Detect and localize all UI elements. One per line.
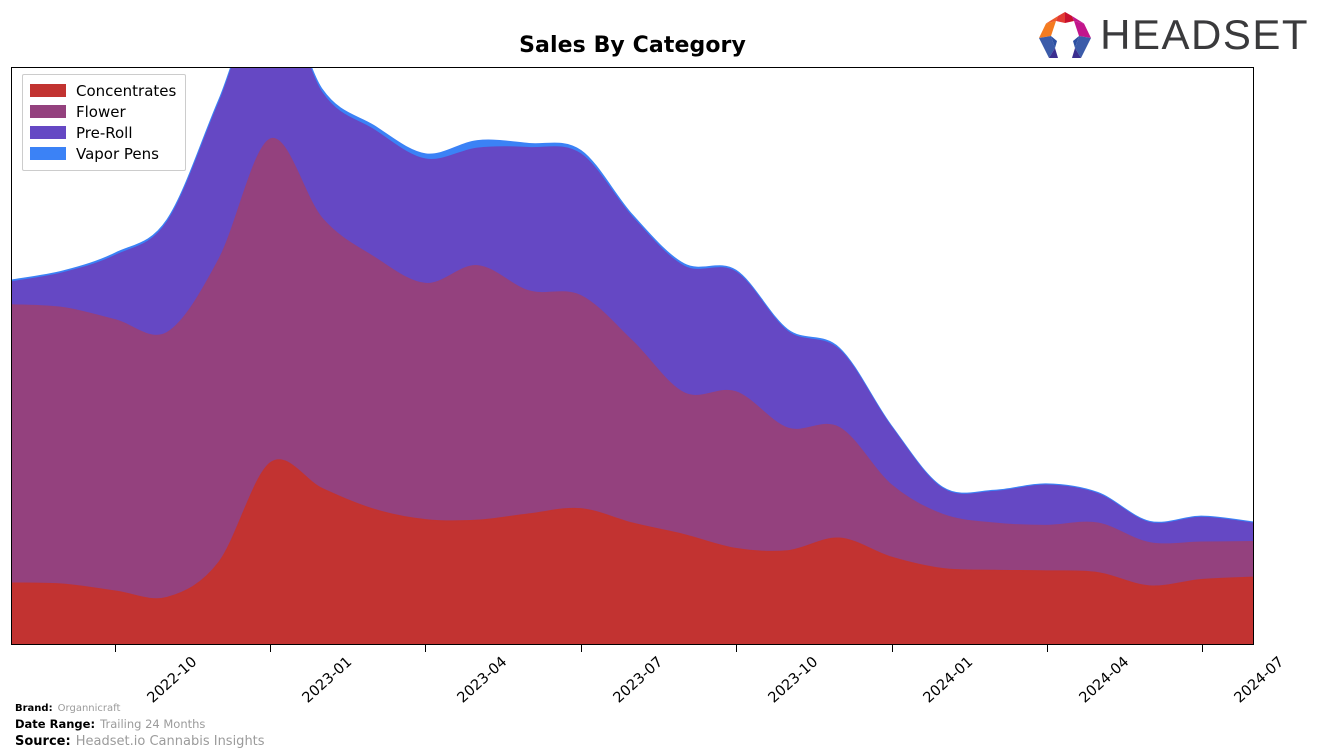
x-axis-tick-mark (114, 645, 116, 652)
x-axis-tick-mark (736, 645, 738, 652)
footnote-source: Source: Headset.io Cannabis Insights (15, 732, 265, 749)
footnote-source-label: Source: (15, 733, 71, 749)
legend-item[interactable]: Pre-Roll (30, 122, 176, 143)
footnote-date-range-label: Date Range: (15, 716, 96, 731)
footnote-date-range: Date Range: Trailing 24 Months (15, 715, 265, 732)
stacked-area-chart (12, 68, 1253, 644)
x-axis-tick-label: 2023-07 (610, 654, 667, 707)
legend-item-label: Vapor Pens (76, 144, 159, 163)
headset-wordmark: HEADSET (1100, 11, 1309, 58)
legend-item-label: Concentrates (76, 81, 177, 100)
area-series-group (12, 68, 1253, 644)
x-axis-tick-mark (425, 645, 427, 652)
footnote-brand-value: Organnicraft (57, 703, 121, 714)
chart-legend: Concentrates Flower Pre-Roll Vapor Pens (22, 74, 187, 171)
footnote-brand-label: Brand: (15, 703, 53, 714)
x-axis-tick-label: 2023-10 (765, 654, 822, 707)
chart-plot-area (11, 67, 1254, 645)
legend-swatch-icon (30, 84, 66, 97)
footnote-date-range-value: Trailing 24 Months (100, 716, 206, 731)
footnote-brand: Brand: Organnicraft (15, 698, 265, 715)
legend-item[interactable]: Flower (30, 101, 176, 122)
x-axis-tick-mark (270, 645, 271, 652)
footnote-source-value: Headset.io Cannabis Insights (75, 733, 265, 749)
x-axis-tick-label: 2024-01 (921, 654, 977, 707)
x-axis-tick-label: 2023-04 (454, 654, 511, 707)
chart-footnotes: Brand: Organnicraft Date Range: Trailing… (15, 698, 265, 749)
legend-item[interactable]: Concentrates (30, 80, 176, 101)
headset-logo: HEADSET (1038, 8, 1309, 62)
legend-item[interactable]: Vapor Pens (30, 143, 176, 164)
x-axis-tick-mark (1046, 645, 1048, 652)
legend-item-label: Pre-Roll (76, 123, 133, 142)
legend-item-label: Flower (76, 102, 126, 121)
legend-swatch-icon (30, 147, 66, 160)
legend-swatch-icon (30, 105, 66, 118)
x-axis-tick-label: 2023-01 (299, 654, 356, 707)
x-axis-tick-label: 2024-07 (1231, 654, 1288, 707)
x-axis-tick-label: 2024-04 (1076, 654, 1133, 707)
x-axis-tick-mark (1202, 645, 1204, 652)
headset-mark-icon (1039, 12, 1092, 58)
x-axis-tick-mark (580, 645, 582, 652)
legend-swatch-icon (30, 126, 66, 139)
x-axis-tick-mark (891, 645, 893, 652)
